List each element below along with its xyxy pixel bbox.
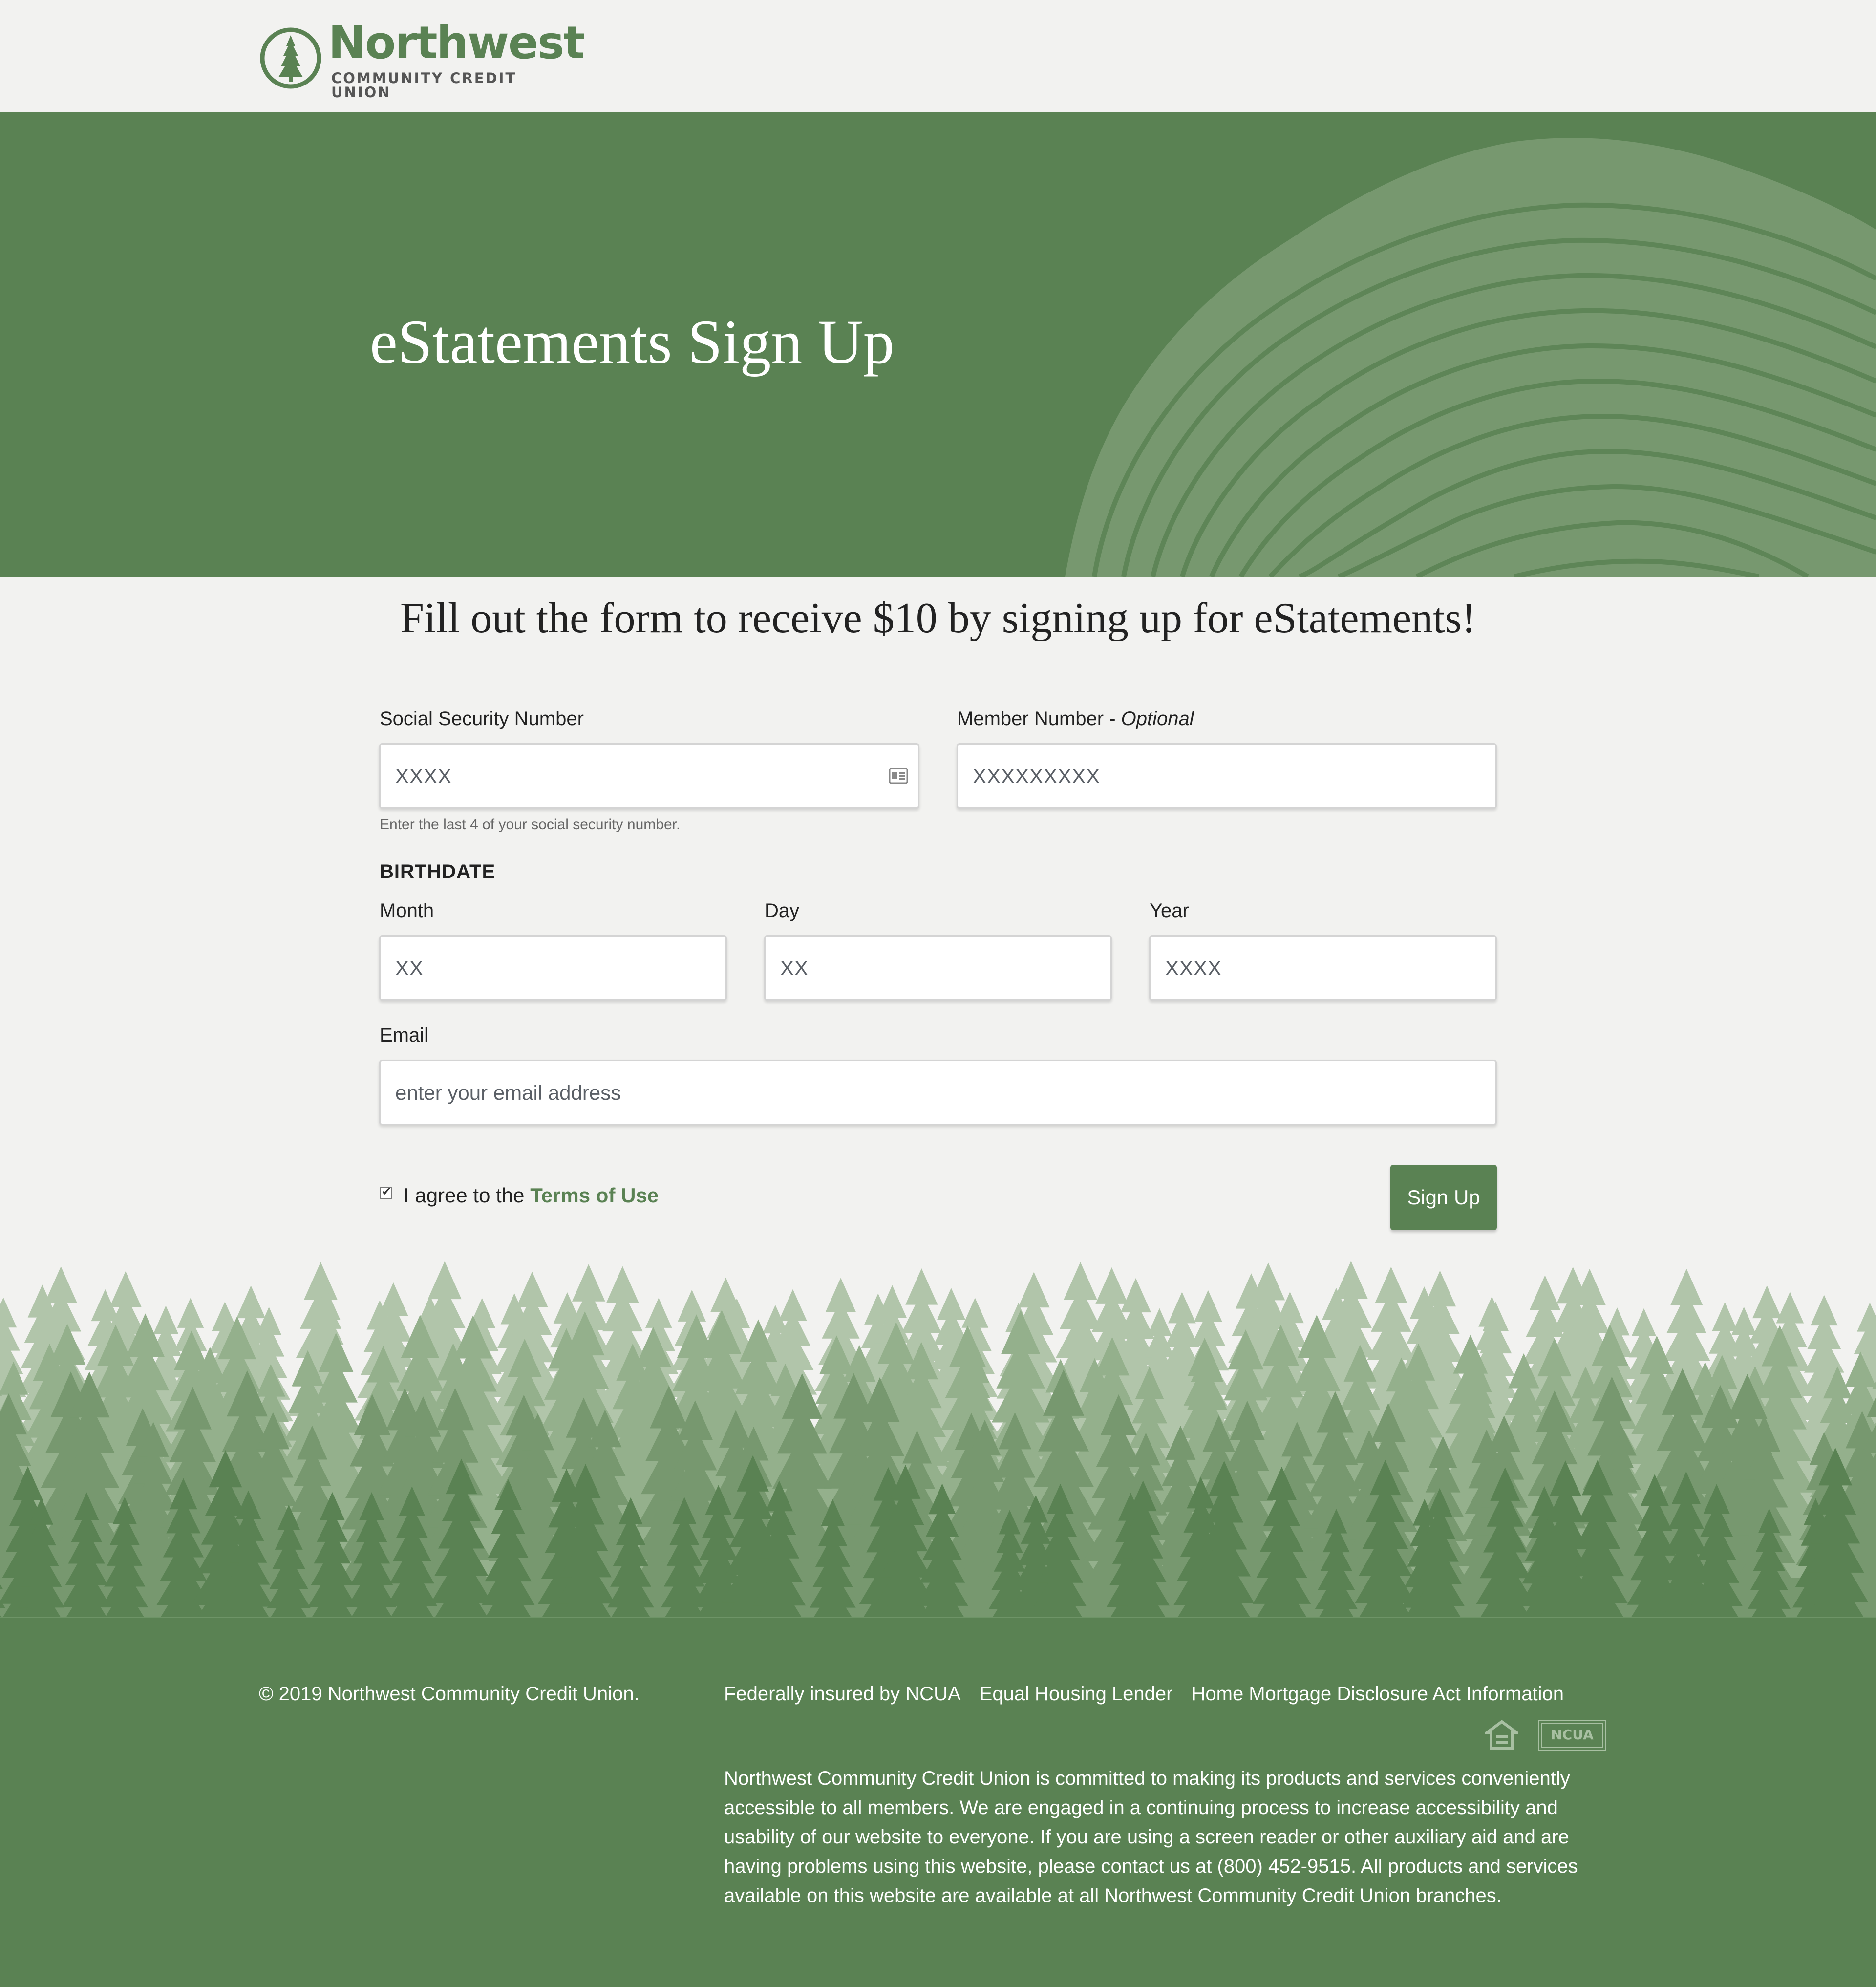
ssn-input[interactable]: XXXX (379, 743, 919, 809)
email-label: Email (380, 1025, 429, 1046)
birthdate-heading: BIRTHDATE (380, 861, 496, 882)
tree-logo-icon (260, 27, 321, 89)
checkmark-icon: ✔ (382, 1185, 392, 1198)
optional-label: Optional (1121, 708, 1194, 729)
month-label: Month (380, 900, 434, 921)
year-input[interactable]: XXXX (1149, 935, 1497, 1001)
year-label: Year (1150, 900, 1189, 921)
hero-banner: eStatements Sign Up (0, 112, 1876, 577)
day-label: Day (765, 900, 800, 921)
site-footer: © 2019 Northwest Community Credit Union.… (0, 1617, 1876, 1987)
month-input[interactable]: XX (379, 935, 727, 1001)
ssn-label: Social Security Number (380, 708, 584, 729)
ssn-placeholder: XXXX (395, 765, 452, 788)
terms-checkbox[interactable]: ✔ (380, 1185, 392, 1199)
logo-wordmark: Northwest (328, 17, 585, 69)
logo-trademark: ™ (546, 34, 553, 42)
hmda-link[interactable]: Home Mortgage Disclosure Act Information (1191, 1683, 1564, 1705)
terms-prefix: I agree to the (404, 1184, 531, 1207)
member-number-label: Member Number - Optional (957, 709, 1194, 728)
member-number-label-text: Member Number - (957, 708, 1121, 729)
terms-agreement: I agree to the Terms of Use (404, 1185, 659, 1206)
page-title: eStatements Sign Up (370, 307, 895, 377)
sign-up-button[interactable]: Sign Up (1390, 1165, 1497, 1230)
year-placeholder: XXXX (1165, 957, 1222, 980)
email-placeholder: enter your email address (395, 1081, 621, 1104)
equal-housing-icon (1485, 1720, 1518, 1750)
northwest-logo[interactable]: Northwest ™ COMMUNITY CREDIT UNION (259, 21, 585, 100)
intro-heading: Fill out the form to receive $10 by sign… (400, 595, 1476, 642)
member-number-input[interactable]: XXXXXXXXX (957, 743, 1497, 809)
id-card-icon (889, 768, 908, 784)
tree-rings-graphic (1065, 138, 1876, 577)
site-header: Northwest ™ COMMUNITY CREDIT UNION (0, 0, 1876, 112)
month-placeholder: XX (395, 957, 424, 980)
ssn-help-text: Enter the last 4 of your social security… (380, 816, 681, 833)
day-placeholder: XX (780, 957, 809, 980)
ncua-link[interactable]: Federally insured by NCUA (724, 1683, 961, 1705)
footer-links: Federally insured by NCUA Equal Housing L… (724, 1684, 1582, 1704)
terms-of-use-link[interactable]: Terms of Use (530, 1184, 659, 1207)
forest-illustration (0, 1261, 1876, 1617)
ncua-badge: NCUA (1538, 1720, 1606, 1751)
copyright-text: © 2019 Northwest Community Credit Union. (259, 1683, 640, 1705)
equal-housing-link[interactable]: Equal Housing Lender (980, 1683, 1173, 1705)
accessibility-statement: Northwest Community Credit Union is comm… (724, 1768, 1578, 1906)
email-input[interactable]: enter your email address (379, 1060, 1497, 1125)
day-input[interactable]: XX (764, 935, 1112, 1001)
logo-subtitle: COMMUNITY CREDIT UNION (331, 70, 517, 101)
member-number-placeholder: XXXXXXXXX (973, 765, 1101, 788)
